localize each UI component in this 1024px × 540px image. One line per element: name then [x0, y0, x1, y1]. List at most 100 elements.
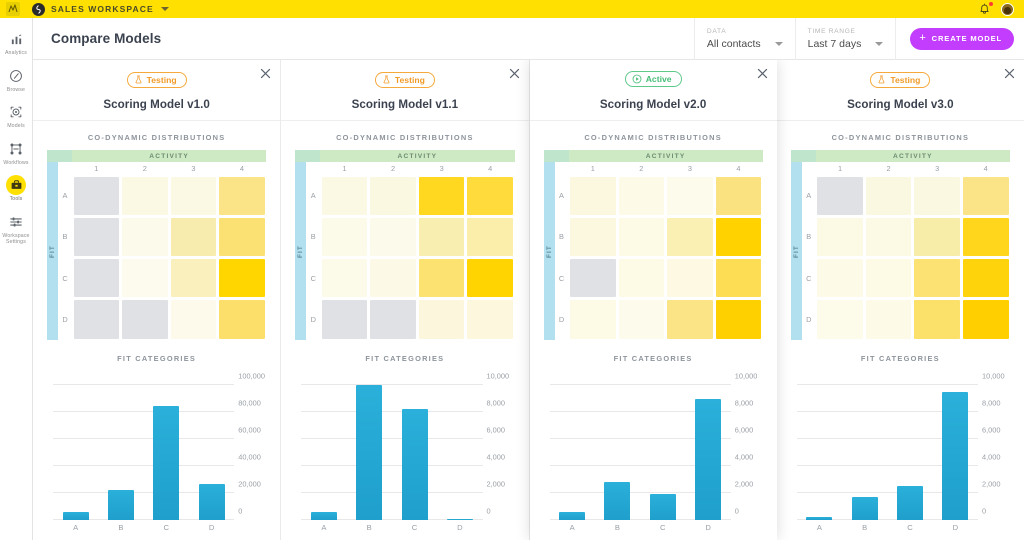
heatmap-cell[interactable] — [219, 300, 265, 339]
bar[interactable] — [695, 398, 722, 520]
heatmap-cell[interactable] — [122, 259, 168, 298]
bar[interactable] — [446, 519, 473, 520]
heatmap-cell[interactable] — [370, 300, 416, 339]
bar[interactable] — [107, 489, 134, 520]
heatmap-cell[interactable] — [219, 176, 265, 215]
chevron-down-icon[interactable] — [160, 7, 169, 11]
heatmap-cell[interactable] — [715, 176, 762, 215]
heatmap-cell[interactable] — [73, 217, 120, 256]
app-logo-icon[interactable] — [6, 2, 20, 16]
heatmap-cell[interactable] — [170, 259, 217, 298]
heatmap-cell[interactable] — [73, 176, 120, 215]
status-badge[interactable]: Testing — [870, 71, 931, 88]
bar[interactable] — [401, 409, 428, 520]
heatmap-cell[interactable] — [418, 176, 465, 215]
bar[interactable] — [942, 391, 969, 520]
heatmap-cell[interactable] — [321, 259, 368, 298]
heatmap-cell[interactable] — [914, 176, 960, 215]
bar[interactable] — [62, 511, 89, 520]
heatmap-cell[interactable] — [570, 259, 616, 298]
heatmap-cell[interactable] — [122, 217, 168, 256]
heatmap-cell[interactable] — [219, 259, 265, 298]
sidebar-item-workspace-settings[interactable]: Workspace Settings — [0, 209, 33, 250]
heatmap-cell[interactable] — [321, 176, 368, 215]
heatmap-cell[interactable] — [715, 300, 762, 339]
heatmap-cell[interactable] — [122, 300, 168, 339]
bar[interactable] — [356, 385, 383, 520]
heatmap-cell[interactable] — [817, 259, 863, 298]
heatmap-cell[interactable] — [865, 176, 912, 215]
heatmap-cell[interactable] — [370, 176, 416, 215]
heatmap-cell[interactable] — [962, 300, 1009, 339]
heatmap-cell[interactable] — [467, 217, 513, 256]
heatmap-cell[interactable] — [570, 300, 616, 339]
heatmap-cell[interactable] — [467, 300, 513, 339]
workspace-name[interactable]: SALES WORKSPACE — [51, 4, 154, 14]
heatmap-cell[interactable] — [467, 176, 513, 215]
sidebar-item-browse[interactable]: Browse — [0, 63, 33, 98]
heatmap-cell[interactable] — [570, 176, 616, 215]
heatmap-cell[interactable] — [667, 259, 713, 298]
sidebar-item-tools[interactable]: Tools — [0, 172, 33, 207]
heatmap-cell[interactable] — [667, 217, 713, 256]
bar[interactable] — [604, 482, 631, 520]
bar[interactable] — [310, 511, 337, 520]
heatmap-cell[interactable] — [618, 217, 665, 256]
heatmap-cell[interactable] — [467, 259, 513, 298]
sidebar-item-models[interactable]: Models — [0, 99, 33, 134]
heatmap-cell[interactable] — [321, 300, 368, 339]
heatmap-cell[interactable] — [914, 217, 960, 256]
heatmap-cell[interactable] — [817, 176, 863, 215]
heatmap-cell[interactable] — [418, 259, 465, 298]
heatmap-cell[interactable] — [418, 300, 465, 339]
heatmap-cell[interactable] — [618, 259, 665, 298]
time-range-dropdown[interactable]: TIME RANGE Last 7 days — [794, 17, 896, 60]
heatmap-cell[interactable] — [618, 300, 665, 339]
heatmap-cell[interactable] — [962, 217, 1009, 256]
data-filter-dropdown[interactable]: DATA All contacts — [693, 17, 795, 60]
status-badge[interactable]: Active — [624, 71, 682, 87]
bar[interactable] — [153, 405, 180, 520]
heatmap-cell[interactable] — [715, 259, 762, 298]
heatmap-cell[interactable] — [914, 300, 960, 339]
heatmap-cell[interactable] — [667, 300, 713, 339]
heatmap-cell[interactable] — [914, 259, 960, 298]
sidebar-item-analytics[interactable]: Analytics — [0, 26, 33, 61]
bar[interactable] — [851, 497, 878, 520]
close-icon[interactable] — [756, 67, 769, 80]
heatmap-cell[interactable] — [321, 217, 368, 256]
bar[interactable] — [649, 494, 676, 520]
close-icon[interactable] — [508, 67, 521, 80]
heatmap-cell[interactable] — [865, 259, 912, 298]
sidebar-item-workflows[interactable]: Workflows — [0, 136, 33, 171]
heatmap-cell[interactable] — [667, 176, 713, 215]
heatmap-cell[interactable] — [122, 176, 168, 215]
heatmap-cell[interactable] — [170, 217, 217, 256]
notification-bell-icon[interactable] — [978, 1, 993, 16]
heatmap-cell[interactable] — [418, 217, 465, 256]
bar[interactable] — [559, 511, 586, 520]
bar[interactable] — [198, 483, 225, 520]
close-icon[interactable] — [1003, 67, 1016, 80]
bar[interactable] — [806, 517, 833, 520]
heatmap-cell[interactable] — [219, 217, 265, 256]
status-badge[interactable]: Testing — [374, 71, 435, 88]
heatmap-cell[interactable] — [865, 217, 912, 256]
heatmap-cell[interactable] — [618, 176, 665, 215]
heatmap-cell[interactable] — [962, 259, 1009, 298]
heatmap-cell[interactable] — [370, 259, 416, 298]
heatmap-cell[interactable] — [73, 300, 120, 339]
close-icon[interactable] — [259, 67, 272, 80]
heatmap-cell[interactable] — [865, 300, 912, 339]
heatmap-cell[interactable] — [170, 300, 217, 339]
user-avatar[interactable] — [1001, 2, 1014, 16]
heatmap-cell[interactable] — [570, 217, 616, 256]
heatmap-cell[interactable] — [817, 217, 863, 256]
heatmap-cell[interactable] — [73, 259, 120, 298]
heatmap-cell[interactable] — [170, 176, 217, 215]
bar[interactable] — [897, 486, 924, 520]
heatmap-cell[interactable] — [715, 217, 762, 256]
status-badge[interactable]: Testing — [126, 71, 187, 88]
create-model-button[interactable]: + CREATE MODEL — [910, 27, 1014, 50]
heatmap-cell[interactable] — [817, 300, 863, 339]
